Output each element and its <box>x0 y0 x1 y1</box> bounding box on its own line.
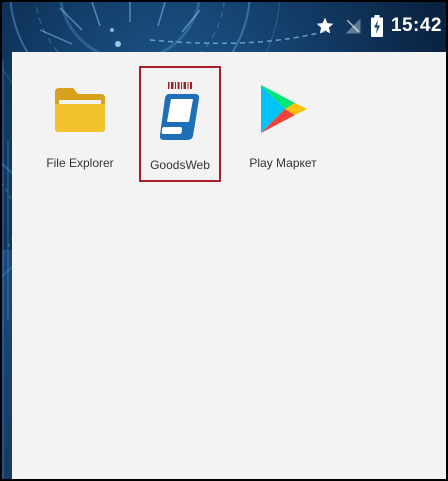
play-store-icon <box>250 76 316 142</box>
status-bar: 15:42 <box>0 0 448 52</box>
status-clock: 15:42 <box>390 15 442 36</box>
app-tile-file-explorer[interactable]: File Explorer <box>39 66 121 182</box>
star-icon <box>315 16 335 36</box>
app-tile-play-market[interactable]: Play Маркет <box>242 66 324 182</box>
battery-charging-icon <box>370 15 383 37</box>
folder-icon <box>47 76 113 142</box>
app-label-file-explorer: File Explorer <box>46 156 114 170</box>
goodsweb-scanner-icon <box>147 78 213 144</box>
app-label-goodsweb: GoodsWeb <box>150 158 210 172</box>
app-label-play-market: Play Маркет <box>249 156 317 170</box>
app-tile-goodsweb[interactable]: GoodsWeb <box>139 66 221 182</box>
app-drawer: File Explorer GoodsWeb Play Маркет <box>12 52 446 481</box>
no-sim-icon <box>343 16 363 36</box>
device-screen: 15:42 File Explorer GoodsWeb Play Маркет <box>0 0 448 481</box>
